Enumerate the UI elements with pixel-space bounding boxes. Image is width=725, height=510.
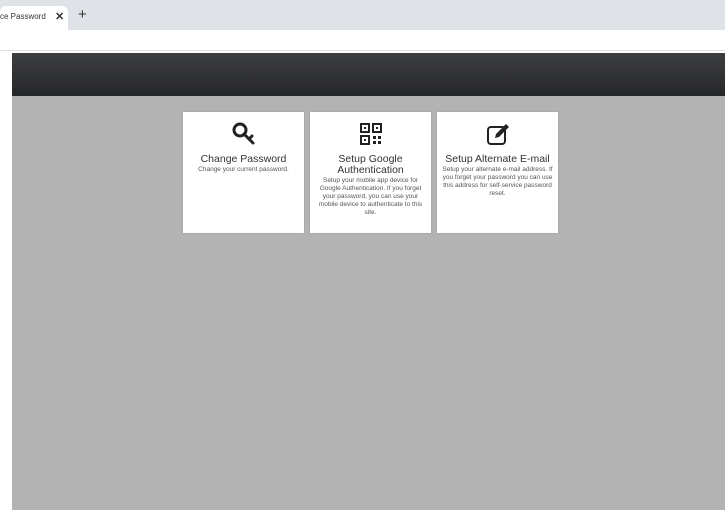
alternate-email-card[interactable]: Setup Alternate E-mail Setup your altern… — [437, 112, 558, 233]
edit-icon — [486, 124, 509, 145]
browser-tab[interactable]: ce Password ✕ — [0, 6, 68, 30]
qr-code-icon — [359, 123, 382, 145]
change-password-card[interactable]: Change Password Change your current pass… — [183, 112, 304, 233]
card-title: Change Password — [200, 153, 287, 165]
card-description: Setup your alternate e-mail address. If … — [442, 166, 553, 197]
new-tab-button[interactable]: + — [78, 7, 87, 22]
card-description: Change your current password. — [198, 166, 289, 173]
page-left-margin — [0, 51, 12, 510]
browser-tab-bar: ce Password ✕ + — [0, 0, 725, 30]
key-icon — [232, 122, 254, 145]
browser-toolbar — [0, 30, 725, 51]
google-authentication-card[interactable]: Setup Google Authentication Setup your m… — [310, 112, 431, 233]
site-navbar — [12, 53, 725, 96]
card-description: Setup your mobile app device for Google … — [318, 177, 423, 216]
card-title: Setup Alternate E-mail — [445, 153, 550, 165]
tab-title: ce Password — [0, 12, 46, 21]
card-title: Setup Google Authentication — [337, 153, 404, 176]
close-tab-icon[interactable]: ✕ — [55, 10, 64, 23]
